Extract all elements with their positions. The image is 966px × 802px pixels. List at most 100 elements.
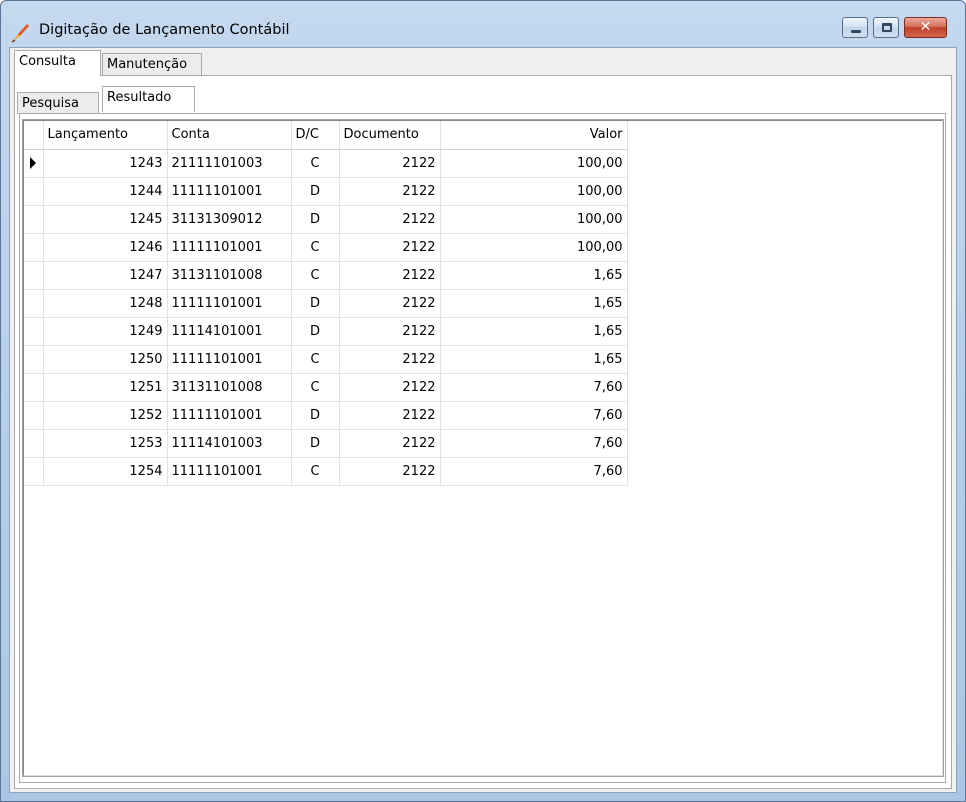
- cell-valor[interactable]: 7,60: [440, 373, 628, 402]
- table-row[interactable]: 1248 11111101001 D 2122 1,65: [24, 289, 628, 318]
- cell-conta[interactable]: 11114101001: [167, 317, 292, 346]
- cell-valor[interactable]: 1,65: [440, 261, 628, 290]
- cell-valor[interactable]: 100,00: [440, 205, 628, 234]
- cell-dc[interactable]: C: [291, 261, 340, 290]
- cell-dc[interactable]: D: [291, 205, 340, 234]
- cell-documento[interactable]: 2122: [339, 149, 441, 178]
- close-icon: ✕: [919, 19, 932, 35]
- column-header-conta[interactable]: Conta: [167, 121, 292, 150]
- cell-lancamento[interactable]: 1249: [43, 317, 168, 346]
- row-indicator[interactable]: [24, 401, 44, 430]
- minimize-button[interactable]: [842, 17, 868, 38]
- row-indicator[interactable]: [24, 177, 44, 206]
- cell-dc[interactable]: D: [291, 401, 340, 430]
- column-header-documento[interactable]: Documento: [339, 121, 441, 150]
- cell-lancamento[interactable]: 1251: [43, 373, 168, 402]
- cell-conta[interactable]: 31131101008: [167, 261, 292, 290]
- table-row[interactable]: 1246 11111101001 C 2122 100,00: [24, 233, 628, 262]
- cell-documento[interactable]: 2122: [339, 289, 441, 318]
- cell-lancamento[interactable]: 1250: [43, 345, 168, 374]
- cell-documento[interactable]: 2122: [339, 261, 441, 290]
- cell-lancamento[interactable]: 1243: [43, 149, 168, 178]
- cell-lancamento[interactable]: 1252: [43, 401, 168, 430]
- row-indicator[interactable]: [24, 429, 44, 458]
- cell-lancamento[interactable]: 1253: [43, 429, 168, 458]
- cell-documento[interactable]: 2122: [339, 177, 441, 206]
- tab-pesquisa[interactable]: Pesquisa: [17, 92, 99, 114]
- table-row[interactable]: 1252 11111101001 D 2122 7,60: [24, 401, 628, 430]
- table-row[interactable]: 1245 31131309012 D 2122 100,00: [24, 205, 628, 234]
- table-row[interactable]: 1249 11114101001 D 2122 1,65: [24, 317, 628, 346]
- cell-conta[interactable]: 31131101008: [167, 373, 292, 402]
- cell-valor[interactable]: 7,60: [440, 401, 628, 430]
- cell-conta[interactable]: 11111101001: [167, 177, 292, 206]
- cell-conta[interactable]: 11111101001: [167, 233, 292, 262]
- cell-lancamento[interactable]: 1244: [43, 177, 168, 206]
- cell-valor[interactable]: 100,00: [440, 149, 628, 178]
- cell-lancamento[interactable]: 1247: [43, 261, 168, 290]
- cell-lancamento[interactable]: 1246: [43, 233, 168, 262]
- row-indicator[interactable]: [24, 233, 44, 262]
- row-indicator[interactable]: [24, 345, 44, 374]
- column-header-dc[interactable]: D/C: [291, 121, 340, 150]
- cell-valor[interactable]: 7,60: [440, 429, 628, 458]
- cell-conta[interactable]: 11114101003: [167, 429, 292, 458]
- cell-dc[interactable]: D: [291, 177, 340, 206]
- cell-lancamento[interactable]: 1254: [43, 457, 168, 486]
- cell-documento[interactable]: 2122: [339, 205, 441, 234]
- close-button[interactable]: ✕: [904, 17, 947, 38]
- cell-documento[interactable]: 2122: [339, 345, 441, 374]
- tab-resultado[interactable]: Resultado: [102, 86, 195, 112]
- row-indicator[interactable]: [24, 317, 44, 346]
- cell-documento[interactable]: 2122: [339, 429, 441, 458]
- table-row[interactable]: 1243 21111101003 C 2122 100,00: [24, 149, 628, 178]
- cell-dc[interactable]: D: [291, 317, 340, 346]
- cell-dc[interactable]: C: [291, 457, 340, 486]
- cell-valor[interactable]: 7,60: [440, 457, 628, 486]
- cell-valor[interactable]: 1,65: [440, 345, 628, 374]
- title-bar[interactable]: Digitação de Lançamento Contábil ✕: [1, 1, 965, 47]
- table-row[interactable]: 1254 11111101001 C 2122 7,60: [24, 457, 628, 486]
- row-indicator[interactable]: [24, 149, 44, 178]
- cell-documento[interactable]: 2122: [339, 233, 441, 262]
- tab-manutencao[interactable]: Manutenção: [102, 53, 202, 76]
- cell-dc[interactable]: C: [291, 149, 340, 178]
- cell-documento[interactable]: 2122: [339, 373, 441, 402]
- table-row[interactable]: 1244 11111101001 D 2122 100,00: [24, 177, 628, 206]
- row-indicator[interactable]: [24, 205, 44, 234]
- cell-dc[interactable]: D: [291, 429, 340, 458]
- cell-documento[interactable]: 2122: [339, 401, 441, 430]
- cell-valor[interactable]: 1,65: [440, 317, 628, 346]
- results-table: Lançamento Conta D/C Documento Valor 124…: [24, 121, 628, 486]
- table-row[interactable]: 1250 11111101001 C 2122 1,65: [24, 345, 628, 374]
- row-indicator[interactable]: [24, 457, 44, 486]
- cell-valor[interactable]: 100,00: [440, 177, 628, 206]
- cell-dc[interactable]: C: [291, 345, 340, 374]
- cell-conta[interactable]: 11111101001: [167, 401, 292, 430]
- results-grid[interactable]: Lançamento Conta D/C Documento Valor 124…: [22, 119, 944, 777]
- cell-lancamento[interactable]: 1245: [43, 205, 168, 234]
- maximize-button[interactable]: [873, 17, 899, 38]
- tab-consulta[interactable]: Consulta: [14, 50, 101, 76]
- column-header-lancamento[interactable]: Lançamento: [43, 121, 168, 150]
- table-row[interactable]: 1251 31131101008 C 2122 7,60: [24, 373, 628, 402]
- cell-lancamento[interactable]: 1248: [43, 289, 168, 318]
- cell-dc[interactable]: C: [291, 233, 340, 262]
- cell-dc[interactable]: D: [291, 289, 340, 318]
- cell-conta[interactable]: 21111101003: [167, 149, 292, 178]
- row-indicator[interactable]: [24, 373, 44, 402]
- cell-valor[interactable]: 1,65: [440, 289, 628, 318]
- cell-documento[interactable]: 2122: [339, 317, 441, 346]
- cell-valor[interactable]: 100,00: [440, 233, 628, 262]
- cell-conta[interactable]: 11111101001: [167, 345, 292, 374]
- column-header-valor[interactable]: Valor: [440, 121, 628, 150]
- row-indicator[interactable]: [24, 261, 44, 290]
- cell-conta[interactable]: 31131309012: [167, 205, 292, 234]
- cell-conta[interactable]: 11111101001: [167, 457, 292, 486]
- cell-conta[interactable]: 11111101001: [167, 289, 292, 318]
- cell-documento[interactable]: 2122: [339, 457, 441, 486]
- table-row[interactable]: 1253 11114101003 D 2122 7,60: [24, 429, 628, 458]
- cell-dc[interactable]: C: [291, 373, 340, 402]
- table-row[interactable]: 1247 31131101008 C 2122 1,65: [24, 261, 628, 290]
- row-indicator[interactable]: [24, 289, 44, 318]
